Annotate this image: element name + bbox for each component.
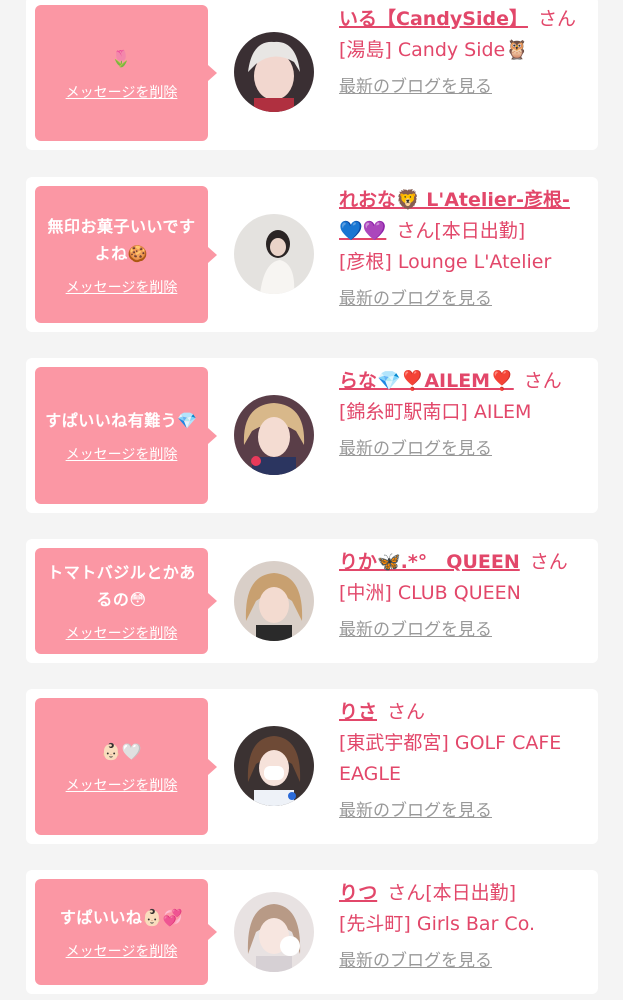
- store-name: [中洲] CLUB QUEEN: [339, 582, 521, 604]
- message-text: 無印お菓子いいですよね🍪: [47, 216, 196, 263]
- message-text: すぱいいね👶🏻💞: [59, 907, 184, 927]
- name-suffix: さん: [529, 551, 568, 573]
- message-card: 👶🏻🤍 メッセージを削除 りさ さん [東武宇都宮] GOLF CAFE EAGL…: [26, 689, 598, 844]
- avatar[interactable]: [234, 395, 314, 475]
- cast-info: いる【CandySide】 さん [湯島] Candy Side🦉 最新のブログを…: [339, 4, 591, 103]
- message-bubble: すぱいいね👶🏻💞 メッセージを削除: [35, 879, 217, 985]
- delete-message-link[interactable]: メッセージを削除: [66, 941, 178, 961]
- name-suffix: さん[本日出勤]: [396, 220, 526, 242]
- cast-name-link[interactable]: いる【CandySide】: [339, 8, 528, 30]
- avatar[interactable]: [234, 32, 314, 112]
- latest-blog-link[interactable]: 最新のブログを見る: [339, 946, 492, 977]
- store-name: [先斗町] Girls Bar Co.: [339, 913, 536, 935]
- message-text: 👶🏻🤍: [101, 742, 142, 761]
- avatar[interactable]: [234, 726, 314, 806]
- latest-blog-link[interactable]: 最新のブログを見る: [339, 796, 492, 827]
- cast-name-link[interactable]: りさ: [339, 701, 377, 723]
- cast-info: れおな🦁 L'Atelier-彦根-💙💜 さん[本日出勤] [彦根] Lounge…: [339, 185, 591, 315]
- store-name: [東武宇都宮] GOLF CAFE EAGLE: [339, 732, 562, 785]
- cast-info: りさ さん [東武宇都宮] GOLF CAFE EAGLE 最新のブログを見る: [339, 697, 591, 827]
- name-suffix: さん[本日出勤]: [387, 882, 517, 904]
- latest-blog-link[interactable]: 最新のブログを見る: [339, 434, 492, 465]
- cast-info: りつ さん[本日出勤] [先斗町] Girls Bar Co. 最新のブログを見る: [339, 878, 591, 977]
- message-text: 🌷: [111, 48, 132, 68]
- message-card: 🌷 メッセージを削除 いる【CandySide】 さん [湯島] Candy Si…: [26, 0, 598, 150]
- message-text: トマトバジルとかあるの😳: [47, 563, 196, 609]
- name-suffix: さん: [537, 8, 576, 30]
- delete-message-link[interactable]: メッセージを削除: [66, 775, 178, 795]
- message-bubble: トマトバジルとかあるの😳 メッセージを削除: [35, 548, 217, 654]
- delete-message-link[interactable]: メッセージを削除: [66, 623, 178, 643]
- avatar[interactable]: [234, 214, 314, 294]
- message-bubble: 無印お菓子いいですよね🍪 メッセージを削除: [35, 186, 217, 323]
- name-suffix: さん: [387, 701, 426, 723]
- message-card: すぱいいね有難う💎 メッセージを削除 らな💎❣️AILEM❣️ さん [錦糸町駅南…: [26, 358, 598, 513]
- cast-info: りか🦋.*° QUEEN さん [中洲] CLUB QUEEN 最新のブログを見る: [339, 547, 591, 646]
- store-name: [湯島] Candy Side🦉: [339, 39, 529, 61]
- store-name: [彦根] Lounge L'Atelier: [339, 251, 552, 273]
- delete-message-link[interactable]: メッセージを削除: [66, 444, 178, 464]
- store-name: [錦糸町駅南口] AILEM: [339, 401, 532, 423]
- cast-info: らな💎❣️AILEM❣️ さん [錦糸町駅南口] AILEM 最新のブログを見る: [339, 366, 591, 465]
- cast-name-link[interactable]: らな💎❣️AILEM❣️: [339, 370, 514, 392]
- message-card: 無印お菓子いいですよね🍪 メッセージを削除 れおな🦁 L'Atelier-彦根-…: [26, 177, 598, 332]
- message-card: すぱいいね👶🏻💞 メッセージを削除 りつ さん[本日出勤] [先斗町] Girls…: [26, 870, 598, 994]
- name-suffix: さん: [523, 370, 562, 392]
- delete-message-link[interactable]: メッセージを削除: [66, 82, 178, 102]
- message-bubble: 🌷 メッセージを削除: [35, 5, 217, 141]
- cast-name-link[interactable]: りつ: [339, 882, 377, 904]
- delete-message-link[interactable]: メッセージを削除: [66, 277, 178, 297]
- cast-name-link[interactable]: りか🦋.*° QUEEN: [339, 551, 520, 573]
- latest-blog-link[interactable]: 最新のブログを見る: [339, 615, 492, 646]
- message-bubble: 👶🏻🤍 メッセージを削除: [35, 698, 217, 835]
- message-card: トマトバジルとかあるの😳 メッセージを削除 りか🦋.*° QUEEN さん [中洲…: [26, 539, 598, 663]
- latest-blog-link[interactable]: 最新のブログを見る: [339, 284, 492, 315]
- latest-blog-link[interactable]: 最新のブログを見る: [339, 72, 492, 103]
- avatar[interactable]: [234, 892, 314, 972]
- message-text: すぱいいね有難う💎: [45, 411, 198, 430]
- avatar[interactable]: [234, 561, 314, 641]
- message-bubble: すぱいいね有難う💎 メッセージを削除: [35, 367, 217, 504]
